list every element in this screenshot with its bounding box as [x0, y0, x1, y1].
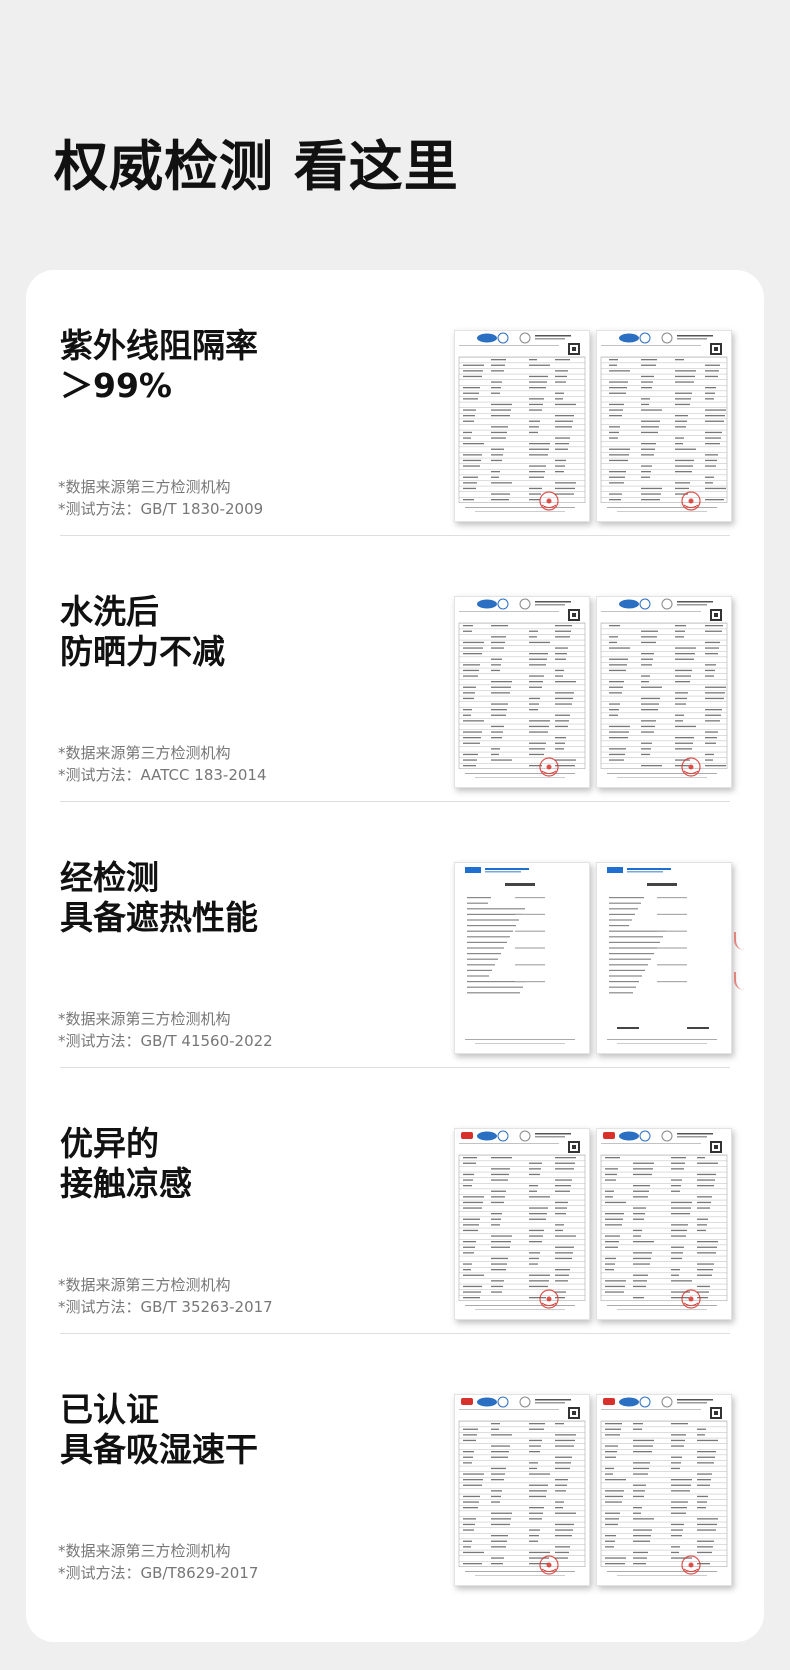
certification-card: 紫外线阻隔率 ＞99% *数据来源第三方检测机构 *测试方法：GB/T 1830… [26, 270, 764, 1642]
test-report-image [454, 1128, 590, 1320]
section-title: 紫外线阻隔率 ＞99% [60, 326, 258, 406]
section-title-line: 具备遮热性能 [60, 898, 258, 937]
test-report-image [596, 1128, 732, 1320]
section-title-line: 紫外线阻隔率 [60, 326, 258, 365]
report-drawing [607, 867, 717, 1044]
section-note: *数据来源第三方检测机构 *测试方法：AATCC 183-2014 [58, 742, 267, 786]
test-method-note: *测试方法：GB/T8629-2017 [58, 1564, 259, 1582]
section-title: 已认证 具备吸湿速干 [60, 1390, 258, 1470]
section-title-line: 已认证 [60, 1390, 159, 1429]
section-title-line: 防晒力不减 [60, 632, 225, 671]
report-thumbnails [454, 862, 744, 1058]
section-note: *数据来源第三方检测机构 *测试方法：GB/T 1830-2009 [58, 476, 263, 520]
report-drawing [458, 598, 586, 778]
section-title: 水洗后 防晒力不减 [60, 592, 225, 672]
report-thumbnails [454, 1128, 744, 1324]
test-report-image [596, 330, 732, 522]
section-heat-shield: 经检测 具备遮热性能 *数据来源第三方检测机构 *测试方法：GB/T 41560… [26, 802, 764, 1068]
report-drawing [600, 332, 728, 512]
test-report-image [596, 1394, 732, 1586]
test-report-image [454, 1394, 590, 1586]
test-report-image [454, 596, 590, 788]
data-source-note: *数据来源第三方检测机构 [58, 1010, 231, 1028]
data-source-note: *数据来源第三方检测机构 [58, 1542, 231, 1560]
report-thumbnails [454, 330, 744, 526]
section-title-line: 水洗后 [60, 592, 159, 631]
report-drawing [458, 1130, 586, 1310]
section-quick-dry: 已认证 具备吸湿速干 *数据来源第三方检测机构 *测试方法：GB/T8629-2… [26, 1334, 764, 1600]
stamp-edge-mark [734, 972, 746, 990]
section-title: 优异的 接触凉感 [60, 1124, 192, 1204]
section-note: *数据来源第三方检测机构 *测试方法：GB/T 35263-2017 [58, 1274, 273, 1318]
test-method-note: *测试方法：AATCC 183-2014 [58, 766, 267, 784]
report-drawing [600, 1130, 728, 1310]
report-drawing [458, 332, 586, 512]
data-source-note: *数据来源第三方检测机构 [58, 478, 231, 496]
section-uv-block: 紫外线阻隔率 ＞99% *数据来源第三方检测机构 *测试方法：GB/T 1830… [26, 270, 764, 536]
report-drawing [600, 598, 728, 778]
report-drawing [458, 1396, 586, 1576]
data-source-note: *数据来源第三方检测机构 [58, 744, 231, 762]
section-cool-touch: 优异的 接触凉感 *数据来源第三方检测机构 *测试方法：GB/T 35263-2… [26, 1068, 764, 1334]
page-title: 权威检测 看这里 [54, 135, 459, 198]
section-title-line: 经检测 [60, 858, 159, 897]
test-report-image [596, 862, 732, 1054]
section-wash-durability: 水洗后 防晒力不减 *数据来源第三方检测机构 *测试方法：AATCC 183-2… [26, 536, 764, 802]
section-note: *数据来源第三方检测机构 *测试方法：GB/T8629-2017 [58, 1540, 258, 1584]
section-note: *数据来源第三方检测机构 *测试方法：GB/T 41560-2022 [58, 1008, 273, 1052]
data-source-note: *数据来源第三方检测机构 [58, 1276, 231, 1294]
report-thumbnails [454, 596, 744, 792]
test-report-image [596, 596, 732, 788]
report-thumbnails [454, 1394, 744, 1590]
test-report-image [454, 862, 590, 1054]
section-title-line: ＞99% [60, 366, 172, 405]
test-method-note: *测试方法：GB/T 41560-2022 [58, 1032, 273, 1050]
section-title-line: 优异的 [60, 1124, 159, 1163]
section-title: 经检测 具备遮热性能 [60, 858, 258, 938]
test-method-note: *测试方法：GB/T 1830-2009 [58, 500, 264, 518]
report-drawing [600, 1396, 728, 1576]
section-title-line: 接触凉感 [60, 1164, 192, 1203]
test-report-image [454, 330, 590, 522]
report-drawing [465, 867, 575, 1044]
test-method-note: *测试方法：GB/T 35263-2017 [58, 1298, 273, 1316]
section-title-line: 具备吸湿速干 [60, 1430, 258, 1469]
stamp-edge-mark [734, 932, 746, 950]
